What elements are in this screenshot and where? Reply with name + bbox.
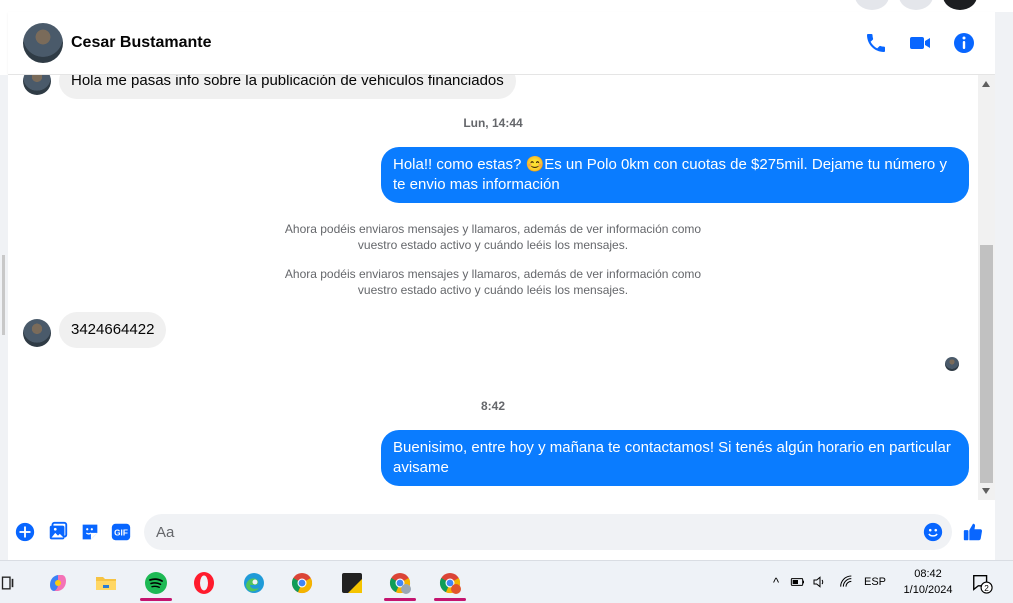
- chat-scrollbar[interactable]: [978, 75, 995, 500]
- volume-icon[interactable]: [812, 574, 828, 590]
- scroll-down-arrow-icon[interactable]: [982, 488, 990, 494]
- top-menu-button[interactable]: [855, 0, 889, 10]
- video-camera-icon[interactable]: [907, 30, 933, 56]
- left-scroll-mark: [2, 255, 5, 335]
- chrome-icon[interactable]: [280, 566, 324, 600]
- window-top-strip: [0, 0, 1013, 12]
- messenger-window: Cesar Bustamante Hola me pasas info sobr…: [0, 0, 1013, 560]
- top-profile-button[interactable]: [943, 0, 977, 10]
- sender-avatar[interactable]: [23, 319, 51, 347]
- system-message: Ahora podéis enviaros mensajes y llamaro…: [284, 222, 702, 252]
- scroll-up-arrow-icon[interactable]: [982, 81, 990, 87]
- opera-icon[interactable]: [182, 566, 226, 600]
- message-bubble-incoming[interactable]: 3424664422: [59, 312, 167, 348]
- gif-icon[interactable]: GIF: [110, 521, 132, 543]
- message-composer: GIF Aa: [8, 508, 995, 556]
- notification-center-icon[interactable]: 2: [962, 566, 1002, 600]
- chevron-up-icon[interactable]: ^: [768, 575, 784, 590]
- top-toolbar-circles: [855, 0, 977, 10]
- system-message: Ahora podéis enviaros mensajes y llamaro…: [284, 267, 702, 297]
- copilot-icon[interactable]: [36, 566, 80, 600]
- wifi-icon[interactable]: [838, 574, 854, 590]
- add-icon[interactable]: [14, 521, 36, 543]
- message-input[interactable]: Aa: [144, 514, 952, 550]
- active-indicator: [140, 598, 172, 601]
- conversation-header: Cesar Bustamante: [8, 12, 995, 75]
- message-bubble-outgoing[interactable]: Hola!! como estas? 😊Es un Polo 0km con c…: [381, 147, 969, 203]
- contact-avatar[interactable]: [23, 23, 63, 63]
- top-notifications-button[interactable]: [899, 0, 933, 10]
- chrome-profile-icon[interactable]: [428, 566, 472, 601]
- scrollbar-thumb[interactable]: [980, 245, 993, 483]
- seen-receipt-avatar: [945, 357, 959, 371]
- phone-icon[interactable]: [863, 30, 889, 56]
- message-bubble-outgoing[interactable]: Buenisimo, entre hoy y mañana te contact…: [381, 430, 969, 486]
- timestamp: 8:42: [480, 399, 506, 413]
- clock-time: 08:42: [914, 568, 942, 580]
- chrome-profile-icon[interactable]: [378, 566, 422, 601]
- message-input-placeholder: Aa: [156, 524, 175, 541]
- message-bubble-incoming[interactable]: Hola me pasas info sobre la publicación …: [59, 75, 516, 99]
- sender-avatar[interactable]: [23, 75, 51, 95]
- message-thread: Hola me pasas info sobre la publicación …: [8, 75, 978, 500]
- emoji-icon[interactable]: [922, 521, 944, 543]
- thumbs-up-icon[interactable]: [962, 521, 984, 543]
- windows-taskbar: ^ ESP 08:42 1/10/2024 2: [0, 560, 1013, 603]
- system-tray: ^ ESP: [768, 561, 886, 603]
- sticky-notes-icon[interactable]: [330, 566, 374, 600]
- contact-name[interactable]: Cesar Bustamante: [71, 34, 212, 52]
- notification-count: 2: [984, 584, 989, 593]
- spotify-icon[interactable]: [134, 566, 178, 601]
- language-indicator[interactable]: ESP: [864, 576, 886, 588]
- task-view-icon[interactable]: [0, 566, 32, 600]
- right-panel-edge: [995, 12, 1013, 560]
- sticker-icon[interactable]: [79, 521, 101, 543]
- active-indicator: [384, 598, 416, 601]
- active-indicator: [434, 598, 466, 601]
- timestamp: Lun, 14:44: [463, 116, 523, 130]
- battery-icon[interactable]: [790, 574, 806, 590]
- file-explorer-icon[interactable]: [84, 566, 128, 600]
- gif-label: GIF: [114, 529, 128, 538]
- clock[interactable]: 08:42 1/10/2024: [893, 566, 963, 598]
- clock-date: 1/10/2024: [903, 584, 953, 596]
- left-panel-edge: [0, 75, 8, 560]
- gallery-icon[interactable]: [47, 521, 69, 543]
- edge-icon[interactable]: [232, 566, 276, 600]
- info-icon[interactable]: [951, 30, 977, 56]
